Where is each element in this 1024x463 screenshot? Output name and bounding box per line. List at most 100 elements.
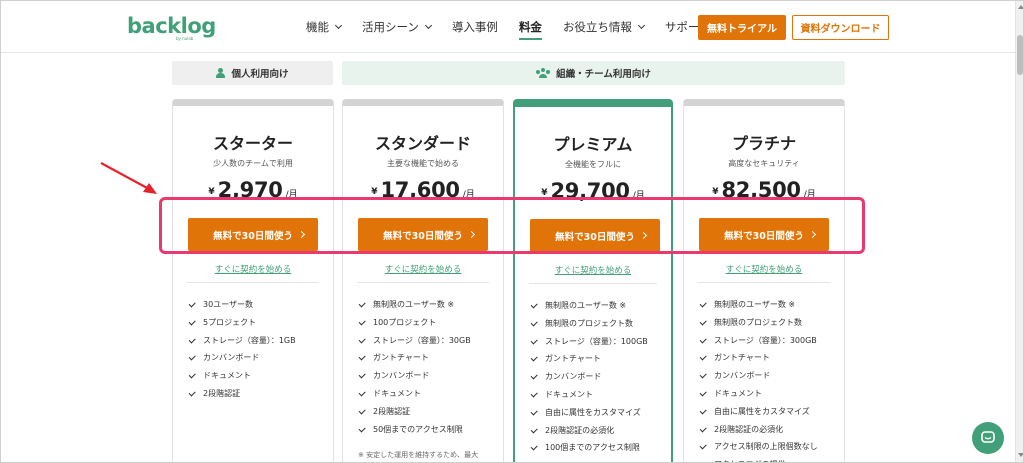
plan-card: スターター 少人数のチームで利用 ¥2,970/月 無料で30日間使う すぐに契約を始め… (172, 99, 334, 462)
annotation-arrow-icon (100, 162, 157, 194)
feature-label: 100プロジェクト (373, 317, 437, 327)
start-contract-link[interactable]: すぐに契約を始める (173, 263, 333, 275)
chevron-down-icon (334, 21, 343, 30)
feature-item: 2段階認証の必須化 (530, 425, 648, 443)
plan-note: ※ 安定した運用を維持するため、最大10,000人まで登録 (358, 451, 479, 459)
check-icon (699, 442, 707, 450)
feature-item: 自由に属性をカスタマイズ (530, 407, 648, 425)
feature-label: ガントチャート (545, 354, 601, 364)
feature-item: ドキュメント (699, 388, 818, 406)
feature-item: 2段階認証 (358, 406, 471, 424)
scroll-up-arrow-icon[interactable] (1018, 5, 1023, 9)
feature-label: カンバンボード (373, 371, 430, 381)
logo-byline: by nulab (176, 36, 194, 41)
download-materials-button[interactable]: 資料ダウンロード (792, 15, 889, 40)
feature-item: ストレージ（容量）：300GB (699, 335, 818, 353)
nav-item-label: 機能 (306, 20, 329, 34)
nav-item-4[interactable]: お役立ち情報 (563, 1, 645, 53)
chat-button[interactable] (972, 422, 1004, 454)
feature-item: ドキュメント (358, 388, 471, 406)
feature-label: アクセスログの提供 (714, 459, 786, 462)
feature-item: カンバンボード (188, 352, 296, 370)
feature-item: 30ユーザー数 (188, 299, 296, 317)
nav-item-3[interactable]: 料金 (518, 1, 542, 53)
feature-item: カンバンボード (358, 370, 471, 388)
feature-item: ガントチャート (530, 353, 648, 371)
currency-symbol: ¥ (712, 187, 719, 197)
start-contract-link[interactable]: すぐに契約を始める (684, 263, 844, 275)
feature-item: ドキュメント (188, 370, 296, 388)
feature-item: ストレージ（容量）：30GB (358, 335, 471, 353)
plan-name: スターター (212, 134, 293, 153)
check-icon (699, 300, 707, 308)
feature-label: 100個までのアクセス制限 (545, 443, 640, 453)
currency-symbol: ¥ (371, 187, 378, 197)
feature-label: ガントチャート (714, 353, 770, 363)
check-icon (188, 300, 196, 308)
check-icon (188, 389, 196, 397)
check-icon (699, 424, 707, 432)
feature-item: アクセスログの提供 (699, 459, 818, 462)
tab-personal-use[interactable]: 個人利用向け (172, 61, 333, 85)
feature-item: 無制限のユーザー数 ※ (699, 299, 818, 317)
check-icon (530, 354, 538, 362)
site-header: backlog by nulab 機能 活用シーン 導入事例 料金 お役立ち情報 サポート… (1, 1, 1015, 53)
backlog-logo[interactable]: backlog (127, 14, 216, 38)
tab-personal-label: 個人利用向け (231, 69, 289, 80)
person-icon (216, 68, 226, 78)
feature-item: 5プロジェクト (188, 317, 296, 335)
check-icon (358, 335, 366, 343)
feature-item: 100プロジェクト (358, 317, 471, 335)
feature-label: 50個までのアクセス制限 (373, 424, 463, 434)
check-icon (530, 319, 538, 326)
currency-symbol: ¥ (208, 187, 215, 197)
start-contract-link[interactable]: すぐに契約を始める (515, 264, 671, 276)
feature-label: ドキュメント (545, 389, 593, 399)
check-icon (530, 301, 538, 309)
scroll-thumb[interactable] (1017, 35, 1023, 75)
tab-team-use[interactable]: 組織・チーム利用向け (342, 61, 845, 85)
plan-description: 主要な機能で始める (387, 159, 459, 168)
check-icon (188, 318, 196, 325)
nav-item-1[interactable]: 活用シーン (362, 1, 432, 53)
check-icon (188, 371, 196, 379)
annotation-highlight-box (159, 197, 865, 254)
feature-list: 無制限のユーザー数 ※ 無制限のプロジェクト数 ストレージ（容量）：100GB ガント… (530, 300, 648, 460)
nav-item-0[interactable]: 機能 (306, 1, 343, 53)
feature-label: ストレージ（容量）：100GB (545, 336, 648, 346)
scroll-down-arrow-icon[interactable] (1018, 453, 1023, 457)
feature-label: 2段階認証の必須化 (714, 424, 784, 434)
check-icon (699, 335, 707, 343)
check-icon (530, 390, 538, 398)
feature-item: 無制限のプロジェクト数 (699, 317, 818, 335)
feature-label: ストレージ（容量）：30GB (373, 335, 471, 345)
main-nav: 機能 活用シーン 導入事例 料金 お役立ち情報 サポート (306, 1, 744, 53)
feature-item: ガントチャート (358, 352, 471, 370)
start-contract-link[interactable]: すぐに契約を始める (343, 263, 503, 275)
plan-card: スタンダード 主要な機能で始める ¥17,600/月 無料で30日間使う すぐに契約を始… (342, 99, 504, 462)
browser-viewport: backlog by nulab 機能 活用シーン 導入事例 料金 お役立ち情報 サポート… (0, 0, 1024, 463)
plan-name: プレミアム (553, 135, 633, 154)
check-icon (358, 371, 366, 379)
chevron-down-icon (424, 21, 432, 30)
feature-label: カンバンボード (545, 372, 602, 382)
free-trial-button[interactable]: 無料トライアル (698, 15, 786, 40)
feature-item: 無制限のユーザー数 ※ (530, 300, 648, 318)
nav-item-2[interactable]: 導入事例 (452, 1, 498, 53)
vertical-scrollbar[interactable] (1015, 1, 1023, 462)
check-icon (530, 336, 538, 344)
feature-label: 30ユーザー数 (203, 300, 254, 309)
feature-item: 2段階認証 (188, 388, 296, 406)
feature-label: ドキュメント (373, 388, 421, 398)
feature-item: ドキュメント (530, 389, 648, 407)
feature-item: 自由に属性をカスタマイズ (699, 406, 818, 424)
feature-label: ストレージ（容量）：300GB (714, 335, 817, 345)
feature-label: 2段階認証の必須化 (545, 425, 615, 435)
feature-item: 50個までのアクセス制限 (358, 424, 471, 442)
feature-label: 無制限のユーザー数 ※ (545, 301, 627, 310)
check-icon (530, 372, 538, 380)
check-icon (188, 353, 196, 361)
divider (187, 282, 319, 283)
feature-label: ドキュメント (714, 388, 762, 398)
check-icon (699, 353, 707, 361)
